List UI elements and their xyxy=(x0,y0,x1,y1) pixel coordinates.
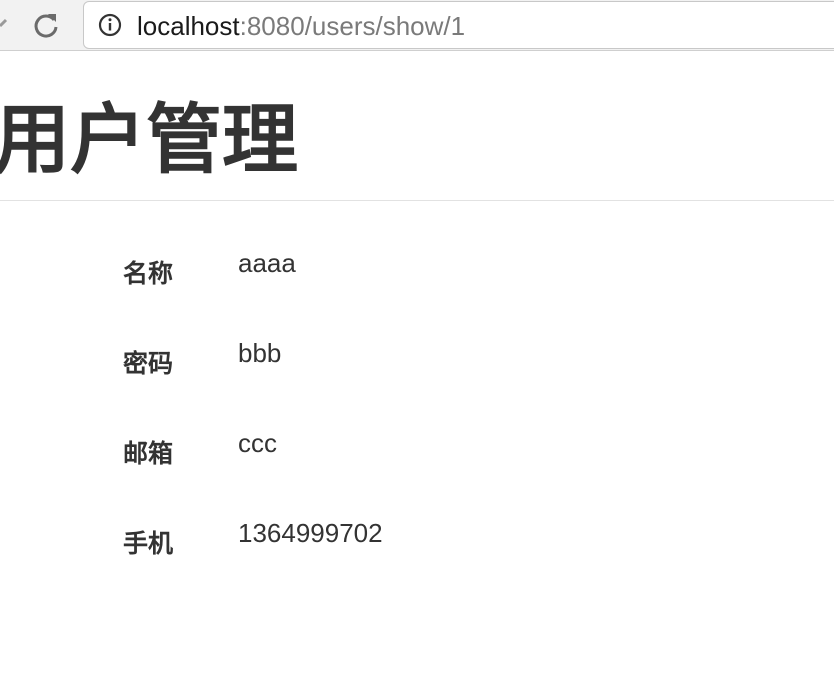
url-path: :8080/users/show/1 xyxy=(239,11,466,41)
field-value-name: aaaa xyxy=(238,248,296,278)
field-label-email: 邮箱 xyxy=(123,439,174,468)
page-title: 用户管理 xyxy=(0,95,298,184)
reload-button[interactable] xyxy=(29,8,63,42)
browser-toolbar: localhost:8080/users/show/1 xyxy=(0,0,834,51)
url-host: localhost xyxy=(137,11,240,41)
field-label-name: 名称 xyxy=(123,259,174,288)
address-bar[interactable]: localhost:8080/users/show/1 xyxy=(83,1,834,49)
back-button[interactable] xyxy=(0,14,8,38)
title-divider xyxy=(0,200,834,201)
url-text[interactable]: localhost:8080/users/show/1 xyxy=(137,11,465,41)
field-label-password: 密码 xyxy=(123,349,174,378)
page-content: 用户管理 名称 aaaa 密码 bbb 邮箱 ccc 手机 1364999702 xyxy=(0,51,834,694)
back-arrow-icon xyxy=(0,18,8,28)
field-label-phone: 手机 xyxy=(123,529,174,558)
field-value-phone: 1364999702 xyxy=(238,518,383,548)
reload-icon xyxy=(34,14,58,38)
field-value-password: bbb xyxy=(238,338,282,368)
info-icon[interactable] xyxy=(98,13,122,37)
field-value-email: ccc xyxy=(238,428,277,458)
